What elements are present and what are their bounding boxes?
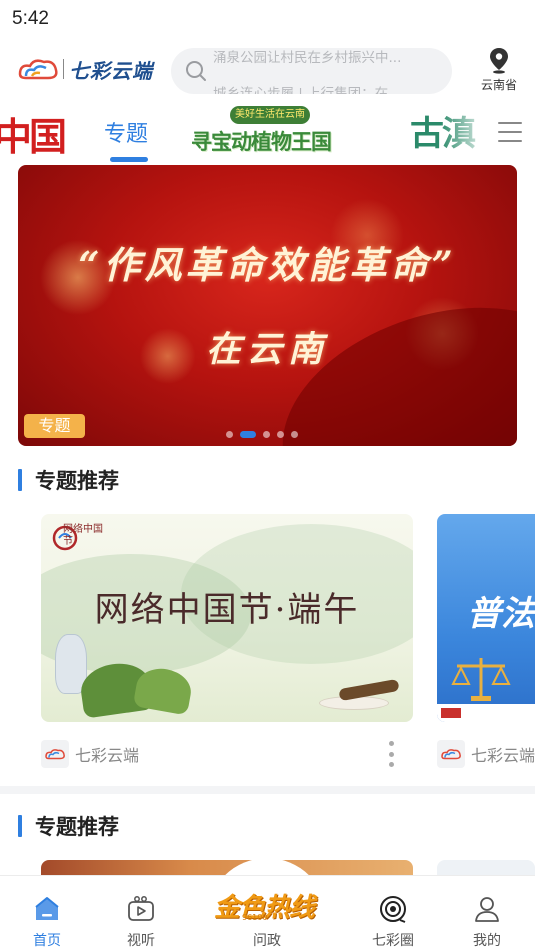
status-bar: 5:42 [0,0,535,38]
tab-explore-kingdom[interactable]: 美好生活在云南 寻宝动植物王国 [188,106,360,162]
location-selector[interactable]: 云南省 [476,46,522,93]
source-logo-icon [41,740,69,768]
scale-icon [451,658,511,701]
topic-card[interactable]: 普法 七彩云端 [437,514,535,769]
tab-topic[interactable]: 专题 [104,116,148,148]
festival-stamp-label: 网络中国节 [63,524,103,547]
hero-banner[interactable]: “作风革命效能革命” 在云南 专题 [18,165,517,446]
search-box[interactable]: 涌泉公园让村民在乡村振兴中... 城乡连心步履 | 上行集团：在 [171,48,452,94]
location-label: 云南省 [480,78,517,92]
search-hint-line-1: 涌泉公园让村民在乡村振兴中... [213,50,402,66]
video-icon [128,896,154,921]
menu-icon[interactable] [498,122,522,144]
app-logo[interactable]: 七彩云端 [16,54,153,84]
tab-china-label: 中国 [0,114,67,159]
section-header: 专题推荐 [18,466,119,494]
section-header: 专题推荐 [18,812,119,840]
more-options-icon[interactable] [389,741,395,767]
nav-home[interactable]: 首页 [12,876,82,951]
nav-circle[interactable]: 七彩圈 [358,876,428,951]
hotline-number: 96100 [242,913,268,922]
source-logo-icon [437,740,465,768]
logo-text: 七彩云端 [69,58,153,83]
section-accent-bar [18,815,22,837]
carousel-dot[interactable] [226,431,233,438]
banner-title: “作风革命效能革命” [78,243,457,287]
law-tag [441,708,461,718]
search-hint-line-2: 城乡连心步履 | 上行集团：在 [213,86,389,94]
carousel-indicator [226,431,305,438]
app-header: 七彩云端 涌泉公园让村民在乡村振兴中... 城乡连心步履 | 上行集团：在 云南… [0,40,535,102]
section-divider [0,786,535,794]
nav-inquiry-label: 问政 [253,933,281,949]
topic-card-image: 网络中国节 网络中国节·端午 [41,514,413,722]
topic-card-meta: 七彩云端 [437,739,535,769]
nav-circle-label: 七彩圈 [372,933,414,949]
home-icon [35,897,59,920]
logo-separator [63,59,64,79]
topic-card-carousel: 网络中国节 网络中国节·端午 七彩云端 普法 七彩云端 [0,514,535,774]
circle-lens-icon [380,896,406,923]
search-icon [186,61,206,81]
section-title: 专题推荐 [35,469,119,493]
nav-profile-label: 我的 [473,933,501,949]
banner-badge: 专题 [24,414,85,438]
tab-explore-subtitle: 美好生活在云南 [230,106,310,124]
topic-card-source: 七彩云端 [75,746,140,765]
carousel-dot[interactable] [291,431,298,438]
section-accent-bar [18,469,22,491]
cloud-logo-icon [18,59,58,80]
nav-video-label: 视听 [127,933,155,949]
tab-explore-title: 寻宝动植物王国 [191,129,332,154]
section-title: 专题推荐 [35,815,119,839]
topic-card[interactable]: 网络中国节 网络中国节·端午 七彩云端 [41,514,413,769]
topic-card-peek[interactable] [437,860,535,876]
banner-subtitle: 在云南 [205,329,329,370]
nav-profile[interactable]: 我的 [452,876,522,951]
tab-china[interactable]: 中国 [0,104,68,162]
topic-card-meta: 七彩云端 [41,739,413,769]
nav-home-label: 首页 [33,933,61,949]
nav-video[interactable]: 视听 [106,876,176,951]
topic-card-title: 网络中国节·端午 [94,590,360,630]
carousel-dot[interactable] [277,431,284,438]
carousel-dot[interactable] [263,431,270,438]
topic-card-image: 普法 [437,514,535,722]
user-icon [475,897,499,922]
channel-tabs: 中国 专题 美好生活在云南 寻宝动植物王国 古滇 [0,102,535,164]
tab-active-indicator [110,157,148,162]
location-pin-icon [490,48,508,74]
carousel-dot-active[interactable] [240,431,256,438]
hotline-logo[interactable]: 金色热线 96100 [214,887,318,923]
status-time: 5:42 [12,8,49,29]
topic-card-source: 七彩云端 [471,746,535,765]
topic-card-title: 普法 [467,594,535,634]
